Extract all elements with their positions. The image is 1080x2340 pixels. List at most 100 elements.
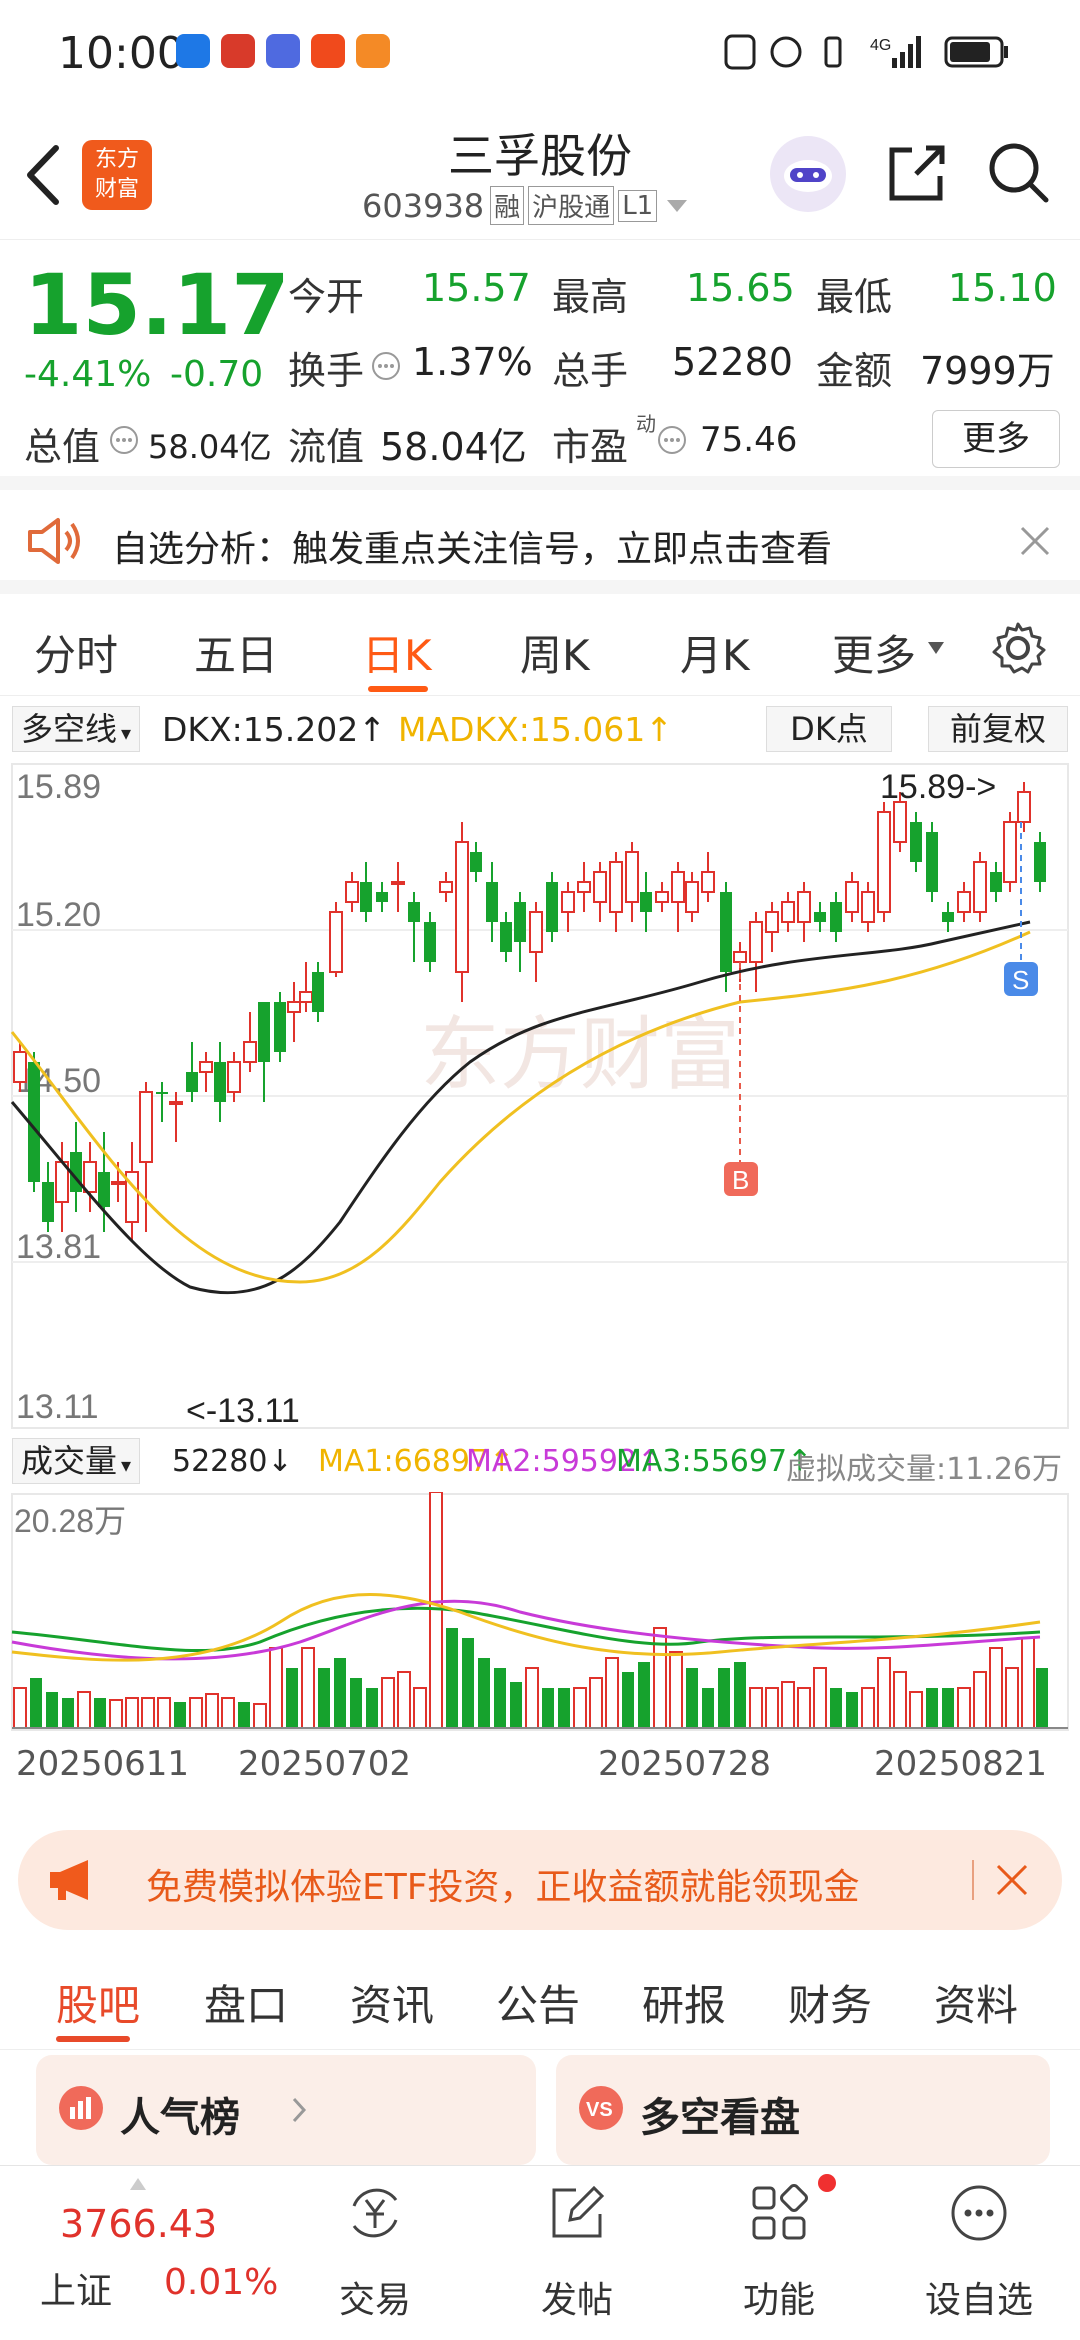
tab-profile[interactable]: 资料 [934, 1972, 1018, 2033]
net-label: 4G [870, 37, 891, 54]
volume-bar [318, 1668, 330, 1728]
volume-select[interactable]: 成交量 ▾ [12, 1438, 141, 1484]
volume-bar [13, 1687, 27, 1729]
max-label: 15.89-> [880, 768, 996, 806]
virtual-volume: 虚拟成交量:11.26万 [786, 1452, 1062, 1487]
tab-daily-k[interactable]: 日K [362, 622, 432, 683]
volume-bar [462, 1638, 474, 1728]
candle [990, 872, 1002, 892]
dropdown-icon [928, 642, 944, 654]
nav-trade[interactable]: 交易 [300, 2166, 450, 2340]
quote-panel: 15.17 -4.41% -0.70 今开 15.57 最高 15.65 最低 … [0, 240, 1080, 490]
volume-bar [157, 1697, 171, 1729]
candle [861, 891, 875, 923]
last-price: 15.17 [24, 256, 290, 354]
axis-p5: 13.11 [16, 1388, 99, 1426]
sell-marker-label: S [1012, 965, 1029, 995]
volume-bar [1005, 1667, 1019, 1729]
close-icon[interactable] [1018, 524, 1052, 558]
search-icon[interactable] [986, 140, 1052, 206]
more-dots-icon [951, 2185, 1007, 2241]
volume-bar [589, 1677, 603, 1729]
dropdown-icon[interactable] [665, 196, 691, 216]
assistant-avatar[interactable] [770, 136, 846, 212]
promo-divider [972, 1860, 974, 1900]
volume-bar [877, 1657, 891, 1729]
gear-icon[interactable] [990, 620, 1046, 676]
volume-label: 总手 [552, 349, 629, 393]
turnover-value: 1.37% [412, 340, 533, 384]
candle [593, 871, 607, 903]
info-icon[interactable] [656, 424, 688, 456]
kline-svg: 东方财富 15.89 15.20 14.50 13.81 13.11 15.89… [10, 763, 1069, 1430]
candle [424, 922, 436, 962]
svg-text:VS: VS [586, 2099, 613, 2121]
nav-add-watchlist[interactable]: 设自选 [904, 2166, 1054, 2340]
volume-bar [221, 1697, 235, 1729]
candle [877, 811, 891, 913]
info-icon[interactable] [370, 350, 402, 382]
dk-point-button[interactable]: DK点 [766, 706, 892, 752]
candle [287, 1001, 301, 1013]
candle [701, 871, 715, 893]
tab-weekly-k[interactable]: 周K [520, 622, 590, 683]
nav-functions[interactable]: 功能 [704, 2166, 854, 2340]
grid-icon [752, 2184, 808, 2240]
tab-finance[interactable]: 财务 [788, 1972, 872, 2033]
change-abs: -0.70 [170, 354, 264, 395]
high-value: 15.65 [686, 266, 795, 310]
candle [830, 902, 842, 932]
nav-functions-label: 功能 [742, 2280, 815, 2321]
tab-research[interactable]: 研报 [642, 1972, 726, 2033]
tab-announcements[interactable]: 公告 [496, 1972, 580, 2033]
close-icon[interactable] [994, 1862, 1030, 1898]
tab-orderbook[interactable]: 盘口 [204, 1972, 288, 2033]
nav-post[interactable]: 发帖 [502, 2166, 652, 2340]
candle [625, 851, 639, 903]
tab-intraday[interactable]: 分时 [34, 622, 118, 683]
tab-monthly-k[interactable]: 月K [680, 622, 750, 683]
float-value: 58.04亿 [380, 425, 527, 469]
promo-banner[interactable]: 免费模拟体验ETF投资，正收益额就能领现金 [18, 1830, 1062, 1930]
volume-bar [718, 1668, 730, 1728]
axis-p4: 13.81 [16, 1228, 101, 1266]
volume-bar [734, 1662, 746, 1728]
candle [455, 841, 469, 973]
candle [274, 1002, 286, 1052]
candle [156, 1092, 168, 1094]
tab-forum[interactable]: 股吧 [56, 1972, 140, 2033]
adjust-button[interactable]: 前复权 [928, 706, 1068, 752]
indicator-select[interactable]: 多空线 ▾ [12, 706, 141, 752]
volume-bar [397, 1671, 411, 1729]
madkx-value: MADKX:15.061↑ [398, 710, 673, 749]
candle [243, 1041, 257, 1063]
tab-five-day[interactable]: 五日 [194, 622, 278, 683]
volume-bar [334, 1658, 346, 1728]
volume-bar [205, 1693, 219, 1729]
volume-bar [686, 1668, 698, 1728]
info-icon[interactable] [108, 424, 140, 456]
popularity-card[interactable]: 人气榜 [36, 2055, 536, 2165]
feature-cards: 人气榜 VS 多空看盘 [0, 2055, 1080, 2165]
app-icon-3 [266, 34, 300, 68]
share-icon[interactable] [886, 142, 948, 204]
volume-chart[interactable]: 20.28万 [0, 1491, 1080, 1732]
volume-bar [525, 1667, 539, 1729]
low-value: 15.10 [948, 266, 1057, 310]
tab-news[interactable]: 资讯 [350, 1972, 434, 2033]
volume-bar [141, 1697, 155, 1729]
tab-more[interactable]: 更多 [832, 622, 916, 683]
volume-max: 20.28万 [14, 1503, 126, 1539]
badge-level: L1 [618, 189, 658, 222]
kline-chart[interactable]: 东方财富 15.89 15.20 14.50 13.81 13.11 15.89… [0, 762, 1080, 2173]
candle [655, 891, 669, 903]
candle [186, 1072, 198, 1092]
speaker-icon [28, 518, 80, 564]
chevron-right-icon [292, 2097, 307, 2123]
promo-text: 免费模拟体验ETF投资，正收益额就能领现金 [146, 1867, 860, 1908]
alert-banner[interactable]: 自选分析：触发重点关注信号，立即点击查看 [0, 490, 1080, 594]
more-button[interactable]: 更多 [932, 410, 1060, 468]
sentiment-card[interactable]: VS 多空看盘 [556, 2055, 1050, 2165]
app-icon-5 [356, 34, 390, 68]
date-2: 20250702 [238, 1744, 412, 1784]
